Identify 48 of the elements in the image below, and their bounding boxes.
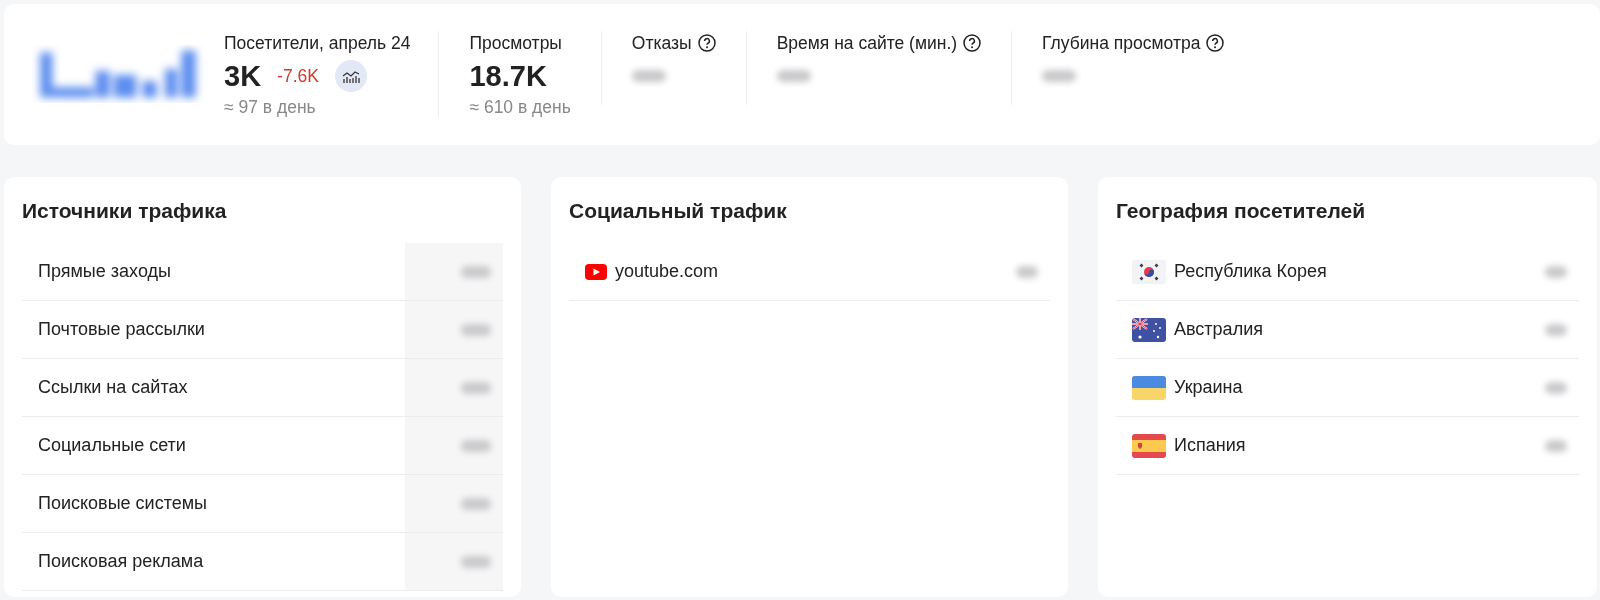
stat-change: -7.6K <box>277 65 319 87</box>
stat-value: 18.7K <box>469 59 547 93</box>
list-item-label: Прямые заходы <box>38 261 171 282</box>
blurred-value <box>776 70 811 82</box>
blurred-value <box>1042 70 1077 82</box>
list-item-label: Испания <box>1174 435 1246 456</box>
list-item-label: youtube.com <box>615 261 719 282</box>
stat-label: Отказы <box>631 32 692 54</box>
video-play-icon <box>585 263 607 280</box>
stat-label: Просмотры <box>469 32 562 54</box>
chart-icon <box>341 69 360 83</box>
flag-icon <box>1132 317 1166 342</box>
blurred-value <box>461 265 491 278</box>
list-item-label: Австралия <box>1174 319 1263 340</box>
blurred-value <box>461 497 491 510</box>
blurred-value <box>461 381 491 394</box>
chart-button[interactable] <box>334 60 367 92</box>
blurred-value <box>1545 439 1567 452</box>
list-item-label: Республика Корея <box>1174 261 1327 282</box>
panel-title: Источники трафика <box>22 199 228 224</box>
stat-label: Время на сайте (мин.) <box>776 32 958 54</box>
blurred-value <box>461 439 491 452</box>
list-item-label: Ссылки на сайтах <box>38 377 188 398</box>
list-item-label: Поисковые системы <box>38 493 208 514</box>
blurred-value <box>461 555 491 568</box>
stat-value: 3K <box>224 59 262 93</box>
blurred-value <box>1016 265 1038 278</box>
help-icon[interactable] <box>963 34 982 52</box>
flag-icon <box>1132 259 1166 284</box>
per-day-average: ≈ 97 в день <box>224 97 317 118</box>
list-item-label: Украина <box>1174 377 1243 398</box>
blurred-value <box>1545 381 1567 394</box>
flag-icon <box>1132 375 1166 400</box>
stat-label: Посетители, апрель 24 <box>224 32 411 54</box>
list-item-label: Почтовые рассылки <box>38 319 205 340</box>
blurred-value <box>631 70 666 82</box>
panel-title: География посетителей <box>1116 199 1367 224</box>
blurred-value <box>1545 323 1567 336</box>
help-icon[interactable] <box>697 34 716 52</box>
blurred-value <box>461 323 491 336</box>
per-day-average: ≈ 610 в день <box>469 97 571 118</box>
flag-icon <box>1132 433 1166 458</box>
list-item-label: Поисковая реклама <box>38 551 204 572</box>
blurred-value <box>1545 265 1567 278</box>
stat-label: Глубина просмотра <box>1042 32 1201 54</box>
list-item-label: Социальные сети <box>38 435 186 456</box>
help-icon[interactable] <box>1206 34 1225 52</box>
panel-title: Социальный трафик <box>569 199 788 224</box>
